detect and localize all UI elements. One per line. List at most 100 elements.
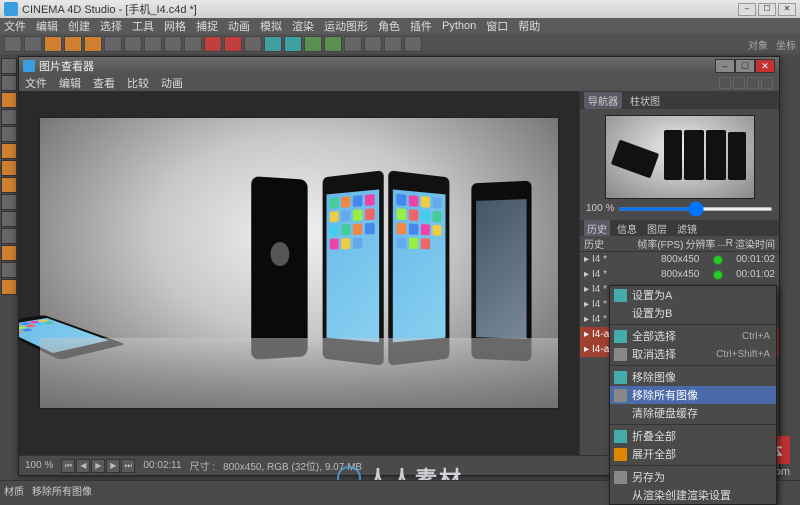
left-tool-strip (0, 54, 18, 494)
context-menu-item[interactable]: 折叠全部 (610, 427, 776, 445)
tab-filter[interactable]: 滤镜 (674, 220, 700, 237)
ltool-9[interactable] (1, 194, 17, 210)
play-first[interactable]: ⏮ (61, 459, 75, 473)
render-viewport[interactable] (19, 91, 579, 455)
menu-help[interactable]: 帮助 (518, 18, 540, 34)
tool-render-region[interactable] (224, 36, 242, 52)
tab-info[interactable]: 信息 (614, 220, 640, 237)
ltool-1[interactable] (1, 58, 17, 74)
menu-mograph[interactable]: 运动图形 (324, 18, 368, 34)
ltool-13[interactable] (1, 262, 17, 278)
tool-undo[interactable] (4, 36, 22, 52)
context-menu-item[interactable]: 移除图像 (610, 368, 776, 386)
menu-python[interactable]: Python (442, 20, 476, 32)
tool-nurbs[interactable] (304, 36, 322, 52)
tool-spline[interactable] (284, 36, 302, 52)
tool-move[interactable] (44, 36, 62, 52)
tab-layers[interactable]: 图层 (644, 220, 670, 237)
pv-opt-3[interactable] (747, 77, 759, 89)
ltool-11[interactable] (1, 228, 17, 244)
context-menu-item[interactable]: 取消选择Ctrl+Shift+A (610, 345, 776, 363)
history-row[interactable]: ▸I4 *800x45000:01:02 (580, 267, 779, 282)
menu-edit[interactable]: 编辑 (36, 18, 58, 34)
nav-thumbnail[interactable] (605, 115, 755, 199)
ltool-2[interactable] (1, 75, 17, 91)
ltool-14[interactable] (1, 279, 17, 295)
menu-file[interactable]: 文件 (4, 18, 26, 34)
tool-scale[interactable] (64, 36, 82, 52)
tab-histogram[interactable]: 柱状图 (626, 92, 664, 109)
history-row[interactable]: ▸I4 *800x45000:01:02 (580, 252, 779, 267)
pv-close-button[interactable]: ✕ (755, 59, 775, 73)
ltool-12[interactable] (1, 245, 17, 261)
context-menu-item[interactable]: 清除硬盘缓存 (610, 404, 776, 422)
pv-title-bar[interactable]: 图片查看器 – ☐ ✕ (19, 57, 779, 75)
tool-coord[interactable] (184, 36, 202, 52)
close-button[interactable]: ✕ (778, 3, 796, 16)
pv-opt-1[interactable] (719, 77, 731, 89)
tool-light[interactable] (404, 36, 422, 52)
tool-array[interactable] (324, 36, 342, 52)
tool-xaxis[interactable] (124, 36, 142, 52)
tool-select[interactable] (104, 36, 122, 52)
context-menu-item[interactable]: 全部选择Ctrl+A (610, 327, 776, 345)
bottom-tab-material[interactable]: 材质 (4, 483, 24, 498)
context-menu-item[interactable]: 移除所有图像 (610, 386, 776, 404)
ltool-8[interactable] (1, 177, 17, 193)
pv-opt-2[interactable] (733, 77, 745, 89)
pv-menu: 文件 编辑 查看 比较 动画 (19, 75, 779, 91)
tool-render[interactable] (204, 36, 222, 52)
ltool-3[interactable] (1, 92, 17, 108)
tool-cam[interactable] (384, 36, 402, 52)
context-menu-item[interactable]: 设置为B (610, 304, 776, 322)
play-last[interactable]: ⏭ (121, 459, 135, 473)
tab-history[interactable]: 历史 (584, 220, 610, 237)
menu-anim[interactable]: 动画 (228, 18, 250, 34)
pv-opt-4[interactable] (761, 77, 773, 89)
context-menu-item[interactable]: 展开全部 (610, 445, 776, 463)
ltool-10[interactable] (1, 211, 17, 227)
tab-navigator[interactable]: 导航器 (584, 92, 622, 109)
minimize-button[interactable]: – (738, 3, 756, 16)
context-menu-item[interactable]: 设置为A (610, 286, 776, 304)
menu-window[interactable]: 窗口 (486, 18, 508, 34)
menu-snap[interactable]: 捕捉 (196, 18, 218, 34)
pv-menu-anim[interactable]: 动画 (161, 75, 183, 91)
play-next[interactable]: ▶ (106, 459, 120, 473)
play-play[interactable]: ▶ (91, 459, 105, 473)
zoom-slider[interactable] (618, 207, 773, 211)
pv-maximize-button[interactable]: ☐ (735, 59, 755, 73)
menu-sim[interactable]: 模拟 (260, 18, 282, 34)
pv-menu-edit[interactable]: 编辑 (59, 75, 81, 91)
menu-mesh[interactable]: 网格 (164, 18, 186, 34)
hist-col-res: 分辨率 (685, 236, 715, 251)
maximize-button[interactable]: ☐ (758, 3, 776, 16)
main-menu: 文件 编辑 创建 选择 工具 网格 捕捉 动画 模拟 渲染 运动图形 角色 插件… (0, 18, 800, 34)
ltool-7[interactable] (1, 160, 17, 176)
menu-tool[interactable]: 工具 (132, 18, 154, 34)
context-menu-item[interactable]: 另存为 (610, 468, 776, 486)
tool-redo[interactable] (24, 36, 42, 52)
menu-render[interactable]: 渲染 (292, 18, 314, 34)
menu-select[interactable]: 选择 (100, 18, 122, 34)
tool-render-view[interactable] (244, 36, 262, 52)
ltool-4[interactable] (1, 109, 17, 125)
menu-create[interactable]: 创建 (68, 18, 90, 34)
menu-plugin[interactable]: 插件 (410, 18, 432, 34)
tool-prim[interactable] (264, 36, 282, 52)
pv-menu-file[interactable]: 文件 (25, 75, 47, 91)
ltool-6[interactable] (1, 143, 17, 159)
ltool-5[interactable] (1, 126, 17, 142)
context-menu-item[interactable]: 从渲染创建渲染设置 (610, 486, 776, 504)
tool-rotate[interactable] (84, 36, 102, 52)
tool-env[interactable] (364, 36, 382, 52)
menu-char[interactable]: 角色 (378, 18, 400, 34)
tool-zaxis[interactable] (164, 36, 182, 52)
pv-minimize-button[interactable]: – (715, 59, 735, 73)
play-prev[interactable]: ◀ (76, 459, 90, 473)
menu-separator (610, 324, 776, 325)
tool-yaxis[interactable] (144, 36, 162, 52)
pv-menu-view[interactable]: 查看 (93, 75, 115, 91)
pv-menu-compare[interactable]: 比较 (127, 75, 149, 91)
tool-deform[interactable] (344, 36, 362, 52)
